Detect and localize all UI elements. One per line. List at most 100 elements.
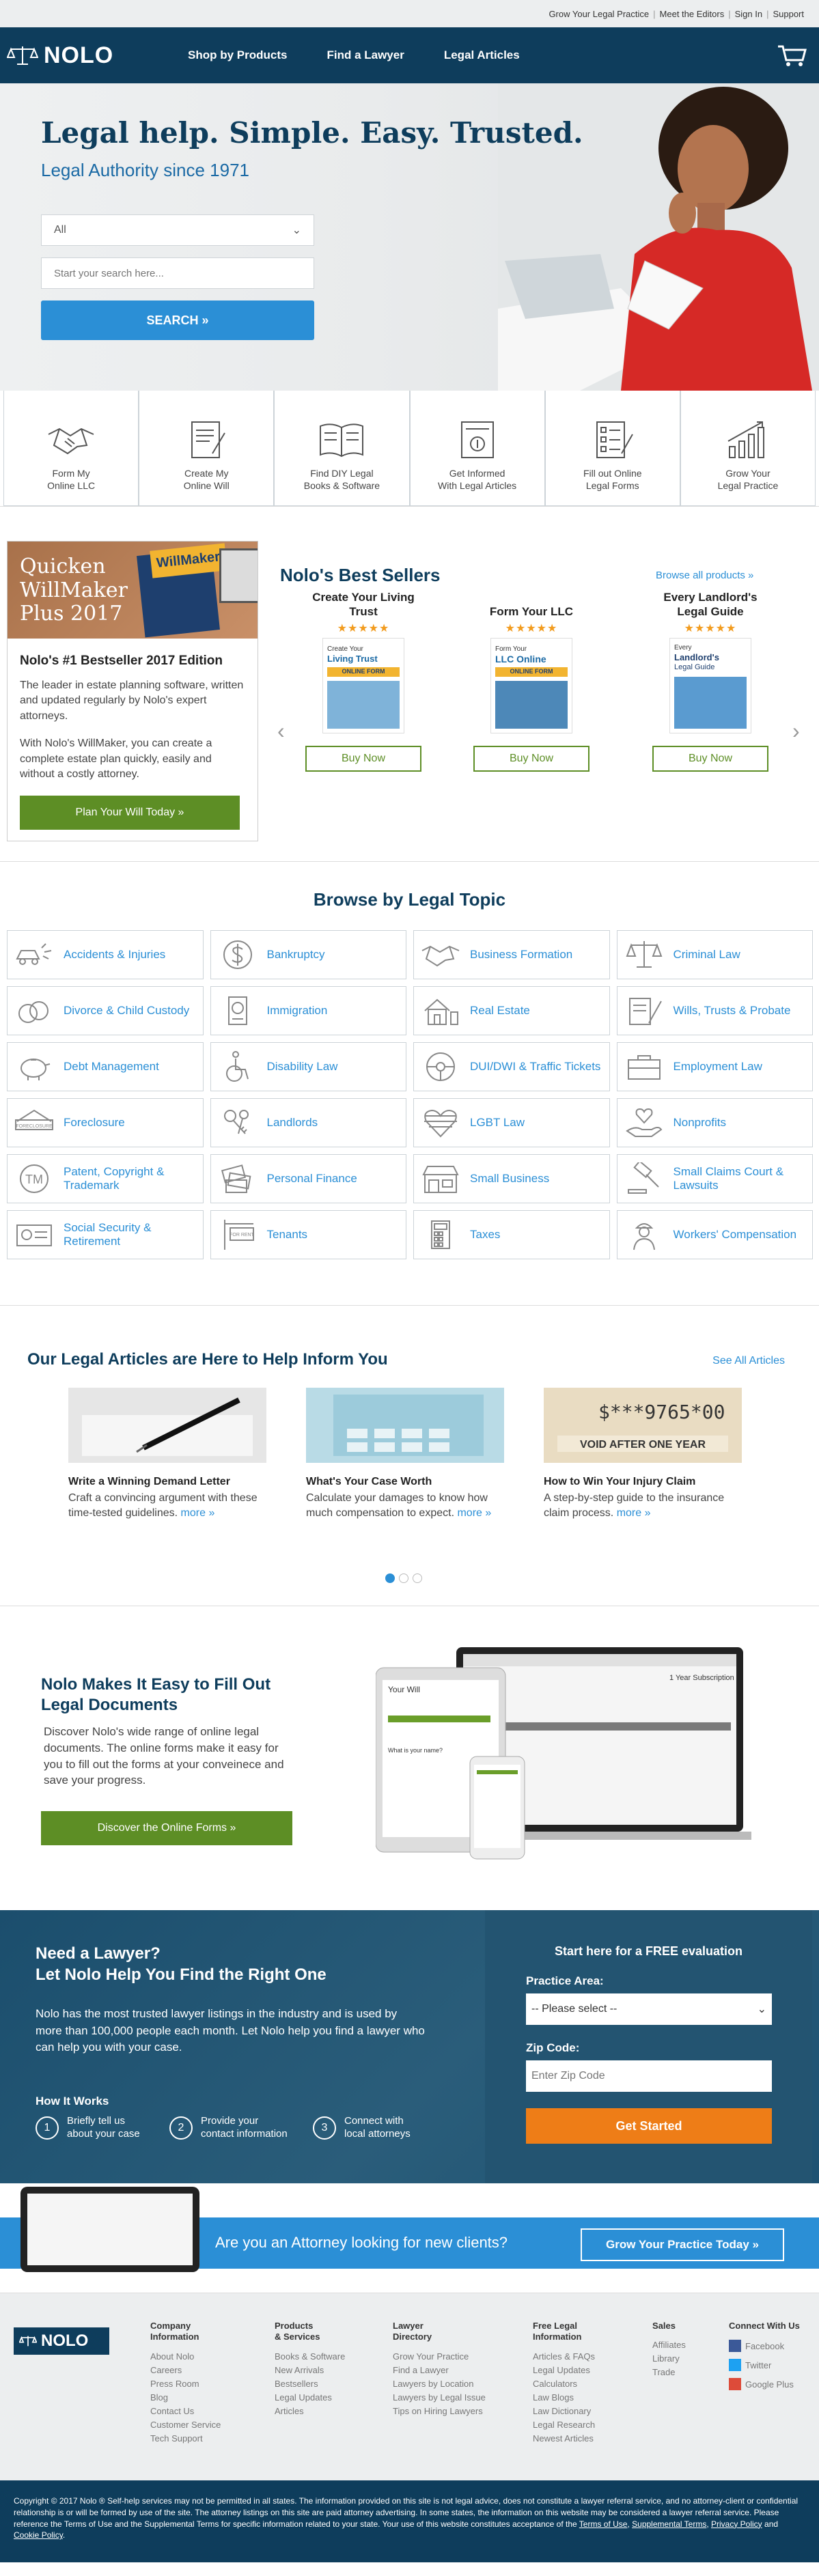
privacy-policy-link[interactable]: Privacy Policy <box>711 2519 762 2529</box>
footer-link[interactable]: Tips on Hiring Lawyers <box>393 2406 486 2416</box>
practice-area-select[interactable]: -- Please select -- ⌄ <box>526 1993 772 2025</box>
footer-link[interactable]: Bestsellers <box>275 2379 345 2389</box>
nav-legal-articles[interactable]: Legal Articles <box>444 48 520 62</box>
google-plus-link[interactable]: Google Plus <box>729 2378 800 2391</box>
topic-dui-traffic[interactable]: DUI/DWI & Traffic Tickets <box>413 1042 610 1091</box>
footer-logo[interactable]: NOLO <box>14 2327 109 2355</box>
topic-patent-copyright-trademark[interactable]: TM Patent, Copyright & Trademark <box>7 1154 204 1203</box>
carousel-dot-1[interactable] <box>385 1573 395 1583</box>
carousel-next-arrow[interactable]: › <box>792 718 800 744</box>
topic-small-claims[interactable]: Small Claims Court & Lawsuits <box>616 1154 813 1203</box>
get-started-button[interactable]: Get Started <box>526 2108 772 2144</box>
topic-landlords[interactable]: Landlords <box>210 1098 406 1147</box>
discover-forms-button[interactable]: Discover the Online Forms » <box>41 1811 292 1845</box>
topic-divorce-custody[interactable]: Divorce & Child Custody <box>7 986 204 1035</box>
terms-of-use-link[interactable]: Terms of Use <box>579 2519 628 2529</box>
topic-business-formation[interactable]: Business Formation <box>413 930 610 979</box>
topic-employment-law[interactable]: Employment Law <box>616 1042 813 1091</box>
article-title[interactable]: What's Your Case Worth <box>306 1476 504 1488</box>
footer-link[interactable]: Tech Support <box>150 2433 221 2444</box>
footer-link[interactable]: Press Room <box>150 2379 221 2389</box>
browse-all-products-link[interactable]: Browse all products » <box>656 570 753 581</box>
footer-link[interactable]: Customer Service <box>150 2420 221 2430</box>
product-cover[interactable]: Create Your Living Trust ONLINE FORM <box>322 638 404 733</box>
feature-create-will[interactable]: Create My Online Will <box>139 391 275 506</box>
grow-practice-button[interactable]: Grow Your Practice Today » <box>581 2228 784 2261</box>
footer-link[interactable]: Find a Lawyer <box>393 2365 486 2375</box>
topic-debt-management[interactable]: Debt Management <box>7 1042 204 1091</box>
footer-link[interactable]: Articles <box>275 2406 345 2416</box>
footer-link[interactable]: New Arrivals <box>275 2365 345 2375</box>
buy-now-button[interactable]: Buy Now <box>473 746 589 772</box>
footer-link[interactable]: Articles & FAQs <box>533 2351 595 2362</box>
topic-personal-finance[interactable]: Personal Finance <box>210 1154 406 1203</box>
topic-disability-law[interactable]: Disability Law <box>210 1042 406 1091</box>
footer-link[interactable]: Law Dictionary <box>533 2406 595 2416</box>
grow-practice-link[interactable]: Grow Your Legal Practice <box>549 9 649 19</box>
topic-taxes[interactable]: Taxes <box>413 1210 610 1259</box>
willmaker-banner[interactable]: WillMaker Quicken WillMaker Plus 2017 <box>8 542 258 639</box>
see-all-articles-link[interactable]: See All Articles <box>712 1355 785 1367</box>
sign-in-link[interactable]: Sign In <box>735 9 762 19</box>
product-name[interactable]: Create Your Living Trust <box>302 589 425 619</box>
footer-link[interactable]: Blog <box>150 2392 221 2403</box>
plan-will-button[interactable]: Plan Your Will Today » <box>20 796 240 830</box>
footer-link[interactable]: Careers <box>150 2365 221 2375</box>
footer-link[interactable]: Legal Updates <box>275 2392 345 2403</box>
meet-editors-link[interactable]: Meet the Editors <box>660 9 725 19</box>
carousel-prev-arrow[interactable]: ‹ <box>277 718 285 744</box>
check-icon[interactable]: $***9765*00 VOID AFTER ONE YEAR <box>544 1388 742 1463</box>
footer-link[interactable]: Books & Software <box>275 2351 345 2362</box>
footer-link[interactable]: Library <box>652 2353 686 2364</box>
footer-link[interactable]: Grow Your Practice <box>393 2351 486 2362</box>
feature-form-llc[interactable]: Form My Online LLC <box>3 391 139 506</box>
feature-legal-articles[interactable]: Get Informed With Legal Articles <box>409 391 545 506</box>
product-name[interactable]: Every Landlord's Legal Guide <box>649 589 772 619</box>
footer-link[interactable]: Lawyers by Location <box>393 2379 486 2389</box>
footer-link[interactable]: Legal Updates <box>533 2365 595 2375</box>
topic-wills-trusts-probate[interactable]: Wills, Trusts & Probate <box>616 986 813 1035</box>
search-input[interactable] <box>41 257 314 289</box>
topic-social-security[interactable]: Social Security & Retirement <box>7 1210 204 1259</box>
buy-now-button[interactable]: Buy Now <box>652 746 768 772</box>
cookie-policy-link[interactable]: Cookie Policy <box>14 2530 63 2540</box>
product-name[interactable]: Form Your LLC <box>470 589 593 619</box>
support-link[interactable]: Support <box>773 9 804 19</box>
feature-online-forms[interactable]: Fill out Online Legal Forms <box>544 391 680 506</box>
feature-diy-books[interactable]: Find DIY Legal Books & Software <box>274 391 410 506</box>
cart-icon[interactable] <box>777 44 807 67</box>
feature-grow-practice[interactable]: Grow Your Legal Practice <box>680 391 816 506</box>
product-cover[interactable]: Form Your LLC Online ONLINE FORM <box>490 638 572 733</box>
topic-workers-compensation[interactable]: Workers' Compensation <box>616 1210 813 1259</box>
search-button[interactable]: SEARCH » <box>41 300 314 340</box>
topic-nonprofits[interactable]: Nonprofits <box>616 1098 813 1147</box>
facebook-link[interactable]: Facebook <box>729 2340 800 2353</box>
topic-real-estate[interactable]: Real Estate <box>413 986 610 1035</box>
supplemental-terms-link[interactable]: Supplemental Terms <box>632 2519 706 2529</box>
carousel-dot-2[interactable] <box>399 1573 408 1583</box>
product-cover[interactable]: Every Landlord's Legal Guide <box>669 638 751 733</box>
read-more-link[interactable]: more » <box>457 1507 491 1519</box>
calculator-icon[interactable] <box>306 1388 504 1463</box>
topic-foreclosure[interactable]: FORECLOSURE Foreclosure <box>7 1098 204 1147</box>
buy-now-button[interactable]: Buy Now <box>305 746 421 772</box>
footer-link[interactable]: Legal Research <box>533 2420 595 2430</box>
product-category-select[interactable]: All ⌄ <box>41 214 314 246</box>
topic-criminal-law[interactable]: Criminal Law <box>616 930 813 979</box>
read-more-link[interactable]: more » <box>181 1507 215 1519</box>
topic-accidents-injuries[interactable]: Accidents & Injuries <box>7 930 204 979</box>
footer-link[interactable]: About Nolo <box>150 2351 221 2362</box>
pen-icon[interactable] <box>68 1388 266 1463</box>
article-title[interactable]: Write a Winning Demand Letter <box>68 1476 266 1488</box>
footer-link[interactable]: Law Blogs <box>533 2392 595 2403</box>
zip-code-input[interactable] <box>526 2060 772 2092</box>
footer-link[interactable]: Trade <box>652 2367 686 2377</box>
topic-bankruptcy[interactable]: Bankruptcy <box>210 930 406 979</box>
carousel-dot-3[interactable] <box>413 1573 422 1583</box>
footer-link[interactable]: Contact Us <box>150 2406 221 2416</box>
topic-immigration[interactable]: Immigration <box>210 986 406 1035</box>
footer-link[interactable]: Affiliates <box>652 2340 686 2350</box>
article-title[interactable]: How to Win Your Injury Claim <box>544 1476 742 1488</box>
twitter-link[interactable]: Twitter <box>729 2359 800 2372</box>
footer-link[interactable]: Lawyers by Legal Issue <box>393 2392 486 2403</box>
